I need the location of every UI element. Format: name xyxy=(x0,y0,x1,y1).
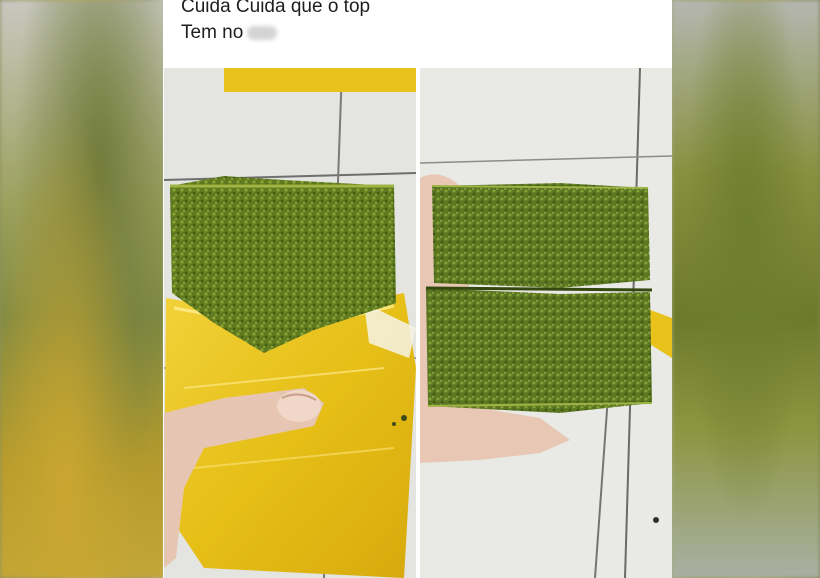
left-photo[interactable] xyxy=(164,68,416,578)
censored-word-blur xyxy=(247,25,278,40)
social-post: Cuida Cuida que o top Tem no xyxy=(163,0,672,578)
right-photo[interactable] xyxy=(420,68,672,578)
caption-line-2-wrap: Tem no xyxy=(181,20,661,46)
blurred-background-left xyxy=(0,0,165,578)
caption-line-1: Cuida Cuida que o top xyxy=(181,0,371,17)
split-brick-in-hand-photo-icon xyxy=(420,68,672,578)
caption-line-2: Tem no xyxy=(181,22,244,43)
blurred-background-right xyxy=(672,0,820,578)
brick-in-yellow-wrap-photo-icon xyxy=(164,68,416,578)
post-caption: Cuida Cuida que o top Tem no xyxy=(181,0,661,46)
